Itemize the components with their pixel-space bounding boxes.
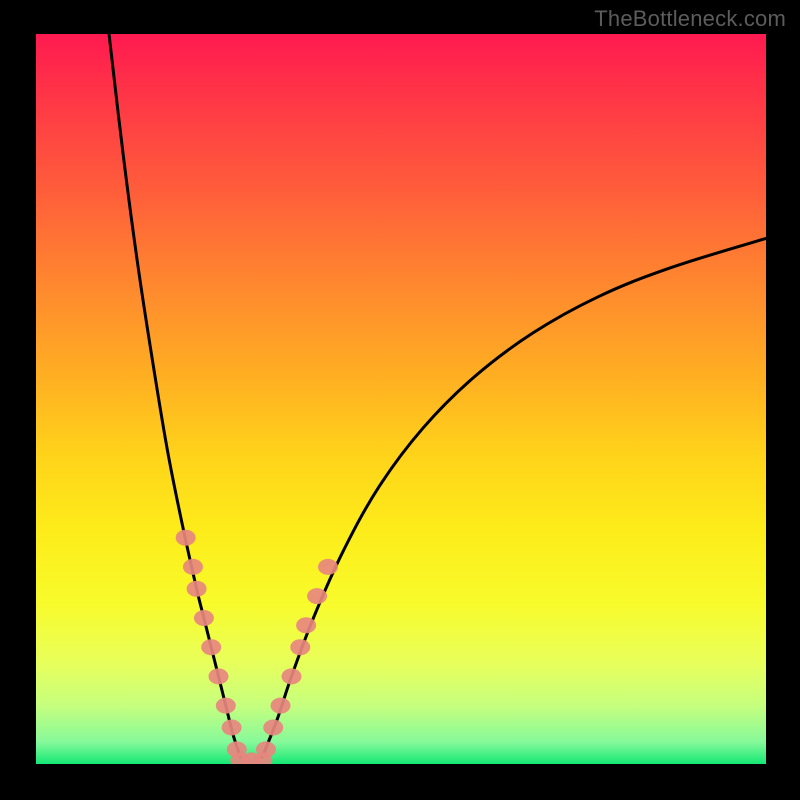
series-right-branch-curve: [262, 238, 766, 756]
chart-container: TheBottleneck.com: [0, 0, 800, 800]
marker-left-branch-markers: [216, 698, 236, 714]
marker-right-branch-markers: [290, 639, 310, 655]
marker-right-branch-markers: [318, 559, 338, 575]
marker-right-branch-markers: [296, 617, 316, 633]
marker-left-branch-markers: [222, 720, 242, 736]
marker-left-branch-markers: [209, 668, 229, 684]
marker-right-branch-markers: [263, 720, 283, 736]
marker-right-branch-markers: [307, 588, 327, 604]
marker-left-branch-markers: [194, 610, 214, 626]
marker-dots: [176, 530, 338, 764]
watermark-text: TheBottleneck.com: [594, 6, 786, 32]
marker-left-branch-markers: [183, 559, 203, 575]
marker-left-branch-markers: [201, 639, 221, 655]
marker-right-branch-markers: [282, 668, 302, 684]
marker-left-branch-markers: [176, 530, 196, 546]
marker-right-branch-markers: [271, 698, 291, 714]
plot-area: [36, 34, 766, 764]
marker-left-branch-markers: [187, 581, 207, 597]
chart-svg: [36, 34, 766, 764]
